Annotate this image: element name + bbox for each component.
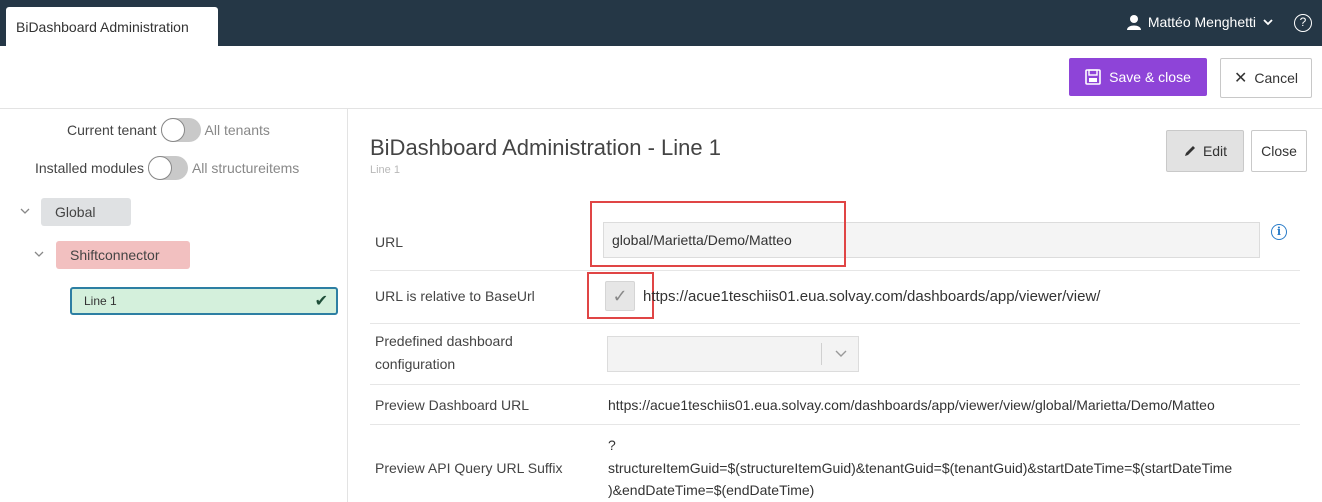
- api-suffix-line3: )&endDateTime=$(endDateTime): [608, 482, 815, 498]
- tab-bidashboard-administration[interactable]: BiDashboard Administration: [6, 7, 218, 46]
- row-divider: [370, 384, 1300, 385]
- divider: [0, 108, 1322, 109]
- user-menu[interactable]: Mattéo Menghetti: [1126, 14, 1274, 30]
- modules-filter-toggle: Installed modules All structureitems: [35, 156, 299, 180]
- predefined-label-line1: Predefined dashboard: [375, 333, 513, 349]
- chevron-down-icon: [1263, 19, 1273, 26]
- cancel-label: Cancel: [1254, 70, 1298, 86]
- modules-switch[interactable]: [147, 156, 188, 180]
- chevron-down-icon[interactable]: [20, 206, 30, 216]
- api-suffix-line2: structureItemGuid=$(structureItemGuid)&t…: [608, 460, 1233, 476]
- edit-button[interactable]: Edit: [1166, 130, 1244, 172]
- tree-node-line-1[interactable]: Line 1 ✔: [70, 287, 338, 315]
- save-and-close-label: Save & close: [1109, 69, 1191, 85]
- cancel-button[interactable]: ✕ Cancel: [1220, 58, 1312, 98]
- tenant-switch[interactable]: [160, 118, 201, 142]
- api-suffix-line1: ?: [608, 437, 616, 453]
- page-title: BiDashboard Administration - Line 1: [370, 135, 721, 160]
- all-tenants-label: All tenants: [204, 122, 270, 138]
- chevron-down-icon: [835, 350, 847, 357]
- page-subtitle: Line 1: [370, 164, 400, 176]
- top-bar: BiDashboard Administration Mattéo Menghe…: [0, 0, 1322, 46]
- tenant-filter-toggle: Current tenant All tenants: [67, 118, 270, 142]
- tree-node-label: Line 1: [84, 294, 117, 308]
- current-tenant-label: Current tenant: [67, 122, 157, 138]
- base-url-text: https://acue1teschiis01.eua.solvay.com/d…: [643, 288, 1101, 305]
- user-name: Mattéo Menghetti: [1147, 14, 1256, 30]
- tree-node-global[interactable]: Global: [41, 198, 131, 226]
- tree-node-shiftconnector[interactable]: Shiftconnector: [56, 241, 190, 269]
- predefined-config-select[interactable]: [607, 336, 859, 372]
- edit-label: Edit: [1202, 143, 1228, 159]
- chevron-down-icon[interactable]: [34, 249, 44, 259]
- info-icon[interactable]: i: [1271, 224, 1287, 240]
- row-divider: [370, 323, 1300, 324]
- save-and-close-button[interactable]: Save & close: [1069, 58, 1207, 96]
- row-divider: [370, 270, 1300, 271]
- close-icon: ✕: [1234, 70, 1248, 87]
- preview-url-value: https://acue1teschiis01.eua.solvay.com/d…: [608, 397, 1215, 413]
- pencil-icon: [1184, 146, 1195, 156]
- checkmark-icon: ✔: [314, 293, 328, 310]
- row-divider: [370, 424, 1300, 425]
- select-divider: [821, 343, 822, 365]
- url-relative-label: URL is relative to BaseUrl: [375, 288, 535, 304]
- api-suffix-label: Preview API Query URL Suffix: [375, 460, 563, 476]
- help-icon[interactable]: ?: [1294, 14, 1312, 32]
- highlight-box: [590, 201, 846, 267]
- save-icon: [1085, 69, 1101, 85]
- installed-modules-label: Installed modules: [35, 160, 144, 176]
- panel-divider: [347, 108, 348, 502]
- close-button[interactable]: Close: [1251, 130, 1307, 172]
- all-structureitems-label: All structureitems: [191, 160, 300, 176]
- predefined-label-line2: configuration: [375, 356, 456, 372]
- preview-url-label: Preview Dashboard URL: [375, 397, 530, 413]
- url-label: URL: [375, 234, 404, 250]
- user-icon: [1126, 15, 1141, 30]
